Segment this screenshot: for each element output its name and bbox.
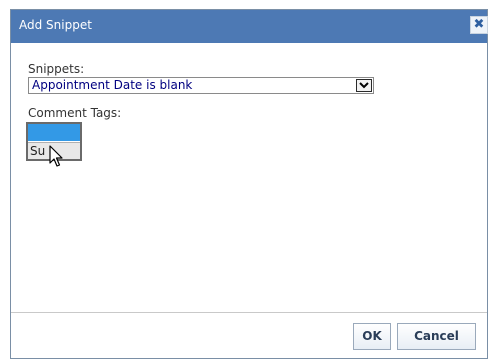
close-button[interactable]: ✖ [470, 16, 488, 34]
mouse-pointer-icon [49, 145, 63, 167]
footer-divider [11, 312, 487, 313]
dialog-title: Add Snippet [19, 18, 92, 32]
cancel-button[interactable]: Cancel [397, 323, 476, 350]
comment-tags-label: Comment Tags: [28, 106, 122, 120]
chevron-down-icon [359, 82, 369, 89]
comment-tag-item-selected[interactable] [28, 124, 80, 141]
ok-button[interactable]: OK [353, 323, 391, 350]
snippets-label: Snippets: [28, 62, 85, 76]
add-snippet-dialog: Add Snippet ✖ Snippets: Appointment Date… [10, 9, 488, 359]
snippets-select-value: Appointment Date is blank [32, 78, 193, 92]
close-icon: ✖ [473, 17, 485, 32]
snippets-dropdown-button[interactable] [356, 79, 372, 92]
dialog-titlebar[interactable]: Add Snippet ✖ [11, 10, 488, 43]
snippets-select[interactable]: Appointment Date is blank [28, 77, 374, 94]
